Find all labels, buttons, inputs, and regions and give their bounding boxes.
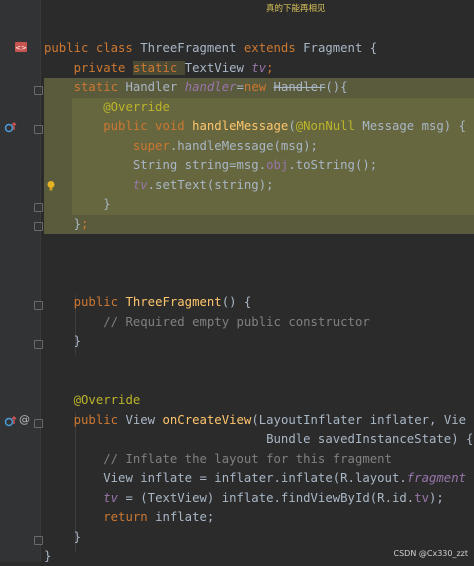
code-line-13[interactable]: } [44, 332, 81, 351]
code-line-11[interactable]: public ThreeFragment() { [44, 293, 252, 312]
token: Message msg) { [362, 119, 467, 133]
token: } [73, 217, 82, 231]
token: @Override [73, 393, 141, 407]
at-icon[interactable]: @ [19, 414, 30, 426]
fold-marker[interactable] [34, 301, 43, 310]
token: extends [243, 41, 304, 55]
code-line-2[interactable]: private static TextView tv; [44, 59, 274, 78]
token: } [103, 197, 111, 211]
token: } [73, 334, 82, 348]
token: ; [266, 61, 274, 75]
code-line-7[interactable]: String string=msg.obj.toString(); [44, 156, 377, 175]
token: () { [221, 295, 252, 309]
token: .toString(); [288, 158, 378, 172]
code-line-3[interactable]: static Handler handler=new Handler(){ [44, 78, 348, 97]
code-line-21[interactable]: } [44, 528, 81, 547]
token: obj [266, 158, 289, 172]
token: tv [103, 491, 119, 505]
token: ( [288, 119, 296, 133]
token: TextView [184, 61, 252, 75]
code-line-17[interactable]: // Inflate the layout for this fragment [44, 450, 392, 469]
token: (LayoutInflater inflater, Vie [251, 413, 467, 427]
watermark: CSDN @Cx330_zzt [393, 549, 468, 558]
top-banner-text: 真的下能再相见 [266, 4, 326, 14]
token: super [132, 139, 170, 153]
token: String string=msg. [132, 158, 267, 172]
token: ; [81, 217, 89, 231]
token: ThreeFragment [140, 41, 244, 55]
token: Bundle savedInstanceState) { [266, 432, 474, 446]
code-line-15[interactable]: public View onCreateView(LayoutInflater … [44, 411, 466, 430]
token: public [73, 295, 126, 309]
code-line-22[interactable]: } [44, 547, 51, 566]
svg-text:<>: <> [15, 44, 27, 52]
token: View [125, 413, 163, 427]
token: .setText(string); [147, 178, 274, 192]
token: handler [184, 80, 237, 94]
override-arrow-icon[interactable] [4, 121, 18, 133]
code-line-18[interactable]: View inflate = inflater.inflate(R.layout… [44, 469, 466, 488]
token: = [236, 80, 244, 94]
token: // Required empty public constructor [103, 315, 370, 329]
token: onCreateView [162, 413, 252, 427]
class-icon[interactable]: <> [14, 41, 28, 53]
token: static [73, 80, 126, 94]
code-line-8[interactable]: tv.setText(string); [44, 176, 274, 195]
token: } [73, 530, 82, 544]
fold-marker[interactable] [34, 419, 43, 428]
code-line-10[interactable]: }; [44, 215, 89, 234]
token: ); [429, 491, 444, 505]
token: } [44, 549, 52, 563]
code-line-20[interactable]: return inflate; [44, 508, 214, 527]
code-line-9[interactable]: } [44, 195, 111, 214]
code-line-5[interactable]: public void handleMessage(@NonNull Messa… [44, 117, 466, 136]
fold-marker[interactable] [34, 125, 43, 134]
token: (){ [325, 80, 348, 94]
token: Fragment { [303, 41, 378, 55]
code-line-6[interactable]: super.handleMessage(msg); [44, 137, 318, 156]
token: handleMessage [192, 119, 289, 133]
top-bar: 真的下能再相见 [0, 0, 474, 16]
token: public class [44, 41, 141, 55]
token: new [243, 80, 274, 94]
token: tv [251, 61, 267, 75]
fold-marker[interactable] [34, 203, 43, 212]
code-line-16[interactable]: Bundle savedInstanceState) { [44, 430, 473, 449]
token: public [73, 413, 126, 427]
editor-gutter[interactable] [0, 0, 40, 562]
token: return [103, 510, 156, 524]
gutter-separator [40, 0, 41, 562]
override-arrow-icon[interactable] [4, 415, 18, 427]
token: // Inflate the layout for this fragment [103, 452, 392, 466]
code-line-12[interactable]: // Required empty public constructor [44, 313, 370, 332]
fold-marker[interactable] [34, 536, 43, 545]
token: fragment [406, 471, 467, 485]
token: public void [103, 119, 193, 133]
token: ThreeFragment [125, 295, 222, 309]
fold-marker[interactable] [34, 222, 43, 231]
token: Handler [125, 80, 185, 94]
token: @NonNull [295, 119, 363, 133]
token: View inflate = inflater.inflate(R.layout… [103, 471, 407, 485]
code-line-1[interactable]: public class ThreeFragment extends Fragm… [44, 39, 377, 58]
token: tv [414, 491, 429, 505]
token: Handler [273, 80, 326, 94]
code-line-4[interactable]: @Override [44, 98, 170, 117]
token: .handleMessage(msg); [169, 139, 318, 153]
code-line-19[interactable]: tv = (TextView) inflate.findViewById(R.i… [44, 489, 444, 508]
token: inflate; [155, 510, 215, 524]
code-line-14[interactable]: @Override [44, 391, 141, 410]
fold-marker[interactable] [34, 340, 43, 349]
token: @Override [103, 100, 170, 114]
fold-marker[interactable] [34, 86, 43, 95]
token: private [73, 61, 133, 75]
token: static [132, 61, 185, 75]
token: = (TextView) inflate.findViewById(R.id. [118, 491, 415, 505]
token: tv [132, 178, 148, 192]
